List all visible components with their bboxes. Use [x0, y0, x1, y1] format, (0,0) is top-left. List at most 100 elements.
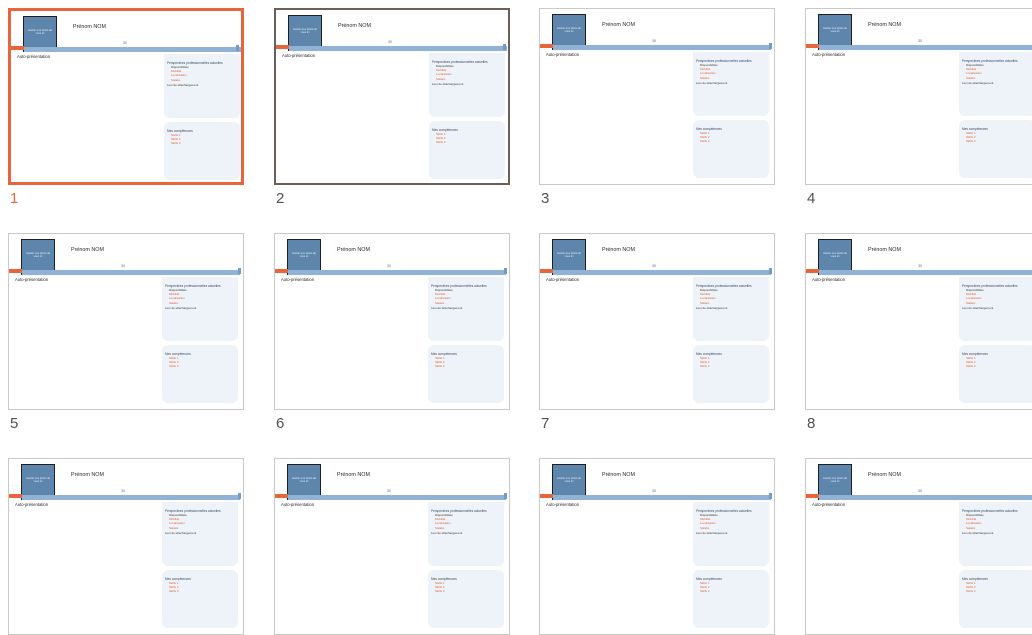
skills-panel: Mes compétences Skills 1 Skills 2 Skills 3 [959, 570, 1032, 628]
slide-preview[interactable]: Insérer une photo de vous ici Prénom NOM 3… [274, 8, 510, 185]
panel-list-item: Skills 3 [966, 364, 976, 369]
header-bar [553, 495, 771, 500]
slide-preview[interactable]: Insérer une photo de vous ici Prénom NOM 3… [805, 8, 1032, 185]
photo-caption: Insérer une photo de vous ici [292, 252, 316, 258]
panel-note: Lien de téléchargement [167, 82, 199, 87]
skills-panel: Mes compétences Skills 1 Skills 2 Skills 3 [428, 345, 504, 403]
bar-end-marker [503, 44, 506, 50]
header-bar [288, 495, 506, 500]
header-bar-label: 30 [652, 489, 656, 493]
slide-preview[interactable]: Insérer une photo de vous ici Prénom NOM 3… [274, 458, 510, 635]
photo-caption: Insérer une photo de vous ici [292, 477, 316, 483]
panel-note: Lien de téléchargement [962, 530, 994, 535]
slide-thumbnail[interactable]: Insérer une photo de vous ici Prénom NOM 3… [539, 458, 777, 635]
slide-name: Prénom NOM [337, 472, 370, 478]
info-panel: Perspectives professionnelles actuelles D… [959, 52, 1032, 116]
panel-list-item: Skills 3 [700, 139, 710, 144]
photo-caption: Insérer une photo de vous ici [293, 28, 317, 34]
slide-thumbnail[interactable]: Insérer une photo de vous ici Prénom NOM 3… [274, 458, 512, 635]
slide-preview[interactable]: Insérer une photo de vous ici Prénom NOM 3… [8, 458, 244, 635]
section-title: Auto-présentation [281, 502, 315, 507]
section-title: Auto-présentation [15, 502, 49, 507]
slide-preview[interactable]: Insérer une photo de vous ici Prénom NOM 3… [8, 8, 244, 185]
header-bar [819, 270, 1032, 275]
slide-thumbnail[interactable]: Insérer une photo de vous ici Prénom NOM 3… [8, 458, 246, 635]
info-panel: Perspectives professionnelles actuelles D… [428, 277, 504, 341]
slide-preview[interactable]: Insérer une photo de vous ici Prénom NOM 3… [8, 233, 244, 410]
header-bar-label: 30 [388, 40, 392, 44]
slide-number: 2 [276, 190, 285, 207]
panel-note: Lien de téléchargement [962, 305, 994, 310]
panel-note: Lien de téléchargement [165, 530, 197, 535]
slide-number: 8 [807, 415, 816, 432]
panel-list-item: Salaire [169, 525, 179, 530]
slide-thumbnail[interactable]: Insérer une photo de vous ici Prénom NOM 3… [274, 8, 512, 207]
slide-thumbnail[interactable]: Insérer une photo de vous ici Prénom NOM 3… [539, 8, 777, 207]
slide-preview[interactable]: Insérer une photo de vous ici Prénom NOM 3… [805, 458, 1032, 635]
accent-tab [806, 494, 819, 498]
slide-thumbnail[interactable]: Insérer une photo de vous ici Prénom NOM 3… [8, 8, 246, 207]
panel-note: Lien de téléchargement [696, 530, 728, 535]
panel-list-item: Salaire [171, 77, 181, 82]
header-bar-label: 30 [652, 264, 656, 268]
section-title: Auto-présentation [546, 277, 580, 282]
slide-thumbnail[interactable]: Insérer une photo de vous ici Prénom NOM 3… [805, 8, 1032, 207]
slide-name: Prénom NOM [338, 23, 371, 29]
panel-list-item: Salaire [435, 525, 445, 530]
panel-list-item: Skills 3 [169, 364, 179, 369]
header-bar [22, 270, 240, 275]
bar-end-marker [504, 493, 507, 499]
photo-caption: Insérer une photo de vous ici [557, 477, 581, 483]
skills-panel: Mes compétences Skills 1 Skills 2 Skills 3 [959, 120, 1032, 178]
header-bar [288, 270, 506, 275]
slide-preview[interactable]: Insérer une photo de vous ici Prénom NOM 3… [805, 233, 1032, 410]
slide-thumbnail[interactable]: Insérer une photo de vous ici Prénom NOM 3… [274, 233, 512, 432]
panel-list-item: Salaire [436, 76, 446, 81]
photo-caption: Insérer une photo de vous ici [823, 477, 847, 483]
section-title: Auto-présentation [282, 53, 316, 58]
slide-preview[interactable]: Insérer une photo de vous ici Prénom NOM 3… [539, 458, 775, 635]
slide-thumbnail[interactable]: Insérer une photo de vous ici Prénom NOM 3… [805, 233, 1032, 432]
bar-end-marker [769, 268, 772, 274]
header-bar-label: 30 [918, 264, 922, 268]
section-title: Auto-présentation [281, 277, 315, 282]
slide-thumbnail[interactable]: Insérer une photo de vous ici Prénom NOM 3… [8, 233, 246, 432]
accent-tab [11, 46, 24, 50]
bar-end-marker [504, 268, 507, 274]
bar-end-marker [236, 45, 239, 51]
panel-list-item: Skills 3 [435, 589, 445, 594]
skills-panel: Mes compétences Skills 1 Skills 2 Skills 3 [429, 121, 505, 179]
slide-name: Prénom NOM [602, 247, 635, 253]
photo-caption: Insérer une photo de vous ici [557, 27, 581, 33]
slide-number: 5 [10, 415, 19, 432]
slide-preview[interactable]: Insérer une photo de vous ici Prénom NOM 3… [539, 8, 775, 185]
header-bar-label: 30 [918, 489, 922, 493]
header-bar [553, 270, 771, 275]
accent-tab [276, 45, 289, 49]
slide-preview[interactable]: Insérer une photo de vous ici Prénom NOM 3… [274, 233, 510, 410]
slide-name: Prénom NOM [602, 22, 635, 28]
skills-panel: Mes compétences Skills 1 Skills 2 Skills 3 [693, 120, 769, 178]
slide-sorter: Insérer une photo de vous ici Prénom NOM 3… [0, 0, 1032, 635]
info-panel: Perspectives professionnelles actuelles D… [428, 502, 504, 566]
header-bar [22, 495, 240, 500]
info-panel: Perspectives professionnelles actuelles D… [164, 54, 240, 118]
panel-note: Lien de téléchargement [431, 305, 463, 310]
photo-caption: Insérer une photo de vous ici [28, 29, 52, 35]
slide-thumbnail[interactable]: Insérer une photo de vous ici Prénom NOM 3… [539, 233, 777, 432]
info-panel: Perspectives professionnelles actuelles D… [162, 277, 238, 341]
info-panel: Perspectives professionnelles actuelles D… [959, 277, 1032, 341]
bar-end-marker [238, 493, 241, 499]
bar-end-marker [238, 268, 241, 274]
panel-list-item: Salaire [700, 525, 710, 530]
section-title: Auto-présentation [15, 277, 49, 282]
section-title: Auto-présentation [812, 277, 846, 282]
slide-preview[interactable]: Insérer une photo de vous ici Prénom NOM 3… [539, 233, 775, 410]
photo-caption: Insérer une photo de vous ici [557, 252, 581, 258]
photo-caption: Insérer une photo de vous ici [823, 252, 847, 258]
slide-name: Prénom NOM [71, 472, 104, 478]
slide-thumbnail[interactable]: Insérer une photo de vous ici Prénom NOM 3… [805, 458, 1032, 635]
skills-panel: Mes compétences Skills 1 Skills 2 Skills 3 [162, 570, 238, 628]
skills-panel: Mes compétences Skills 1 Skills 2 Skills 3 [428, 570, 504, 628]
panel-list-item: Salaire [169, 300, 179, 305]
